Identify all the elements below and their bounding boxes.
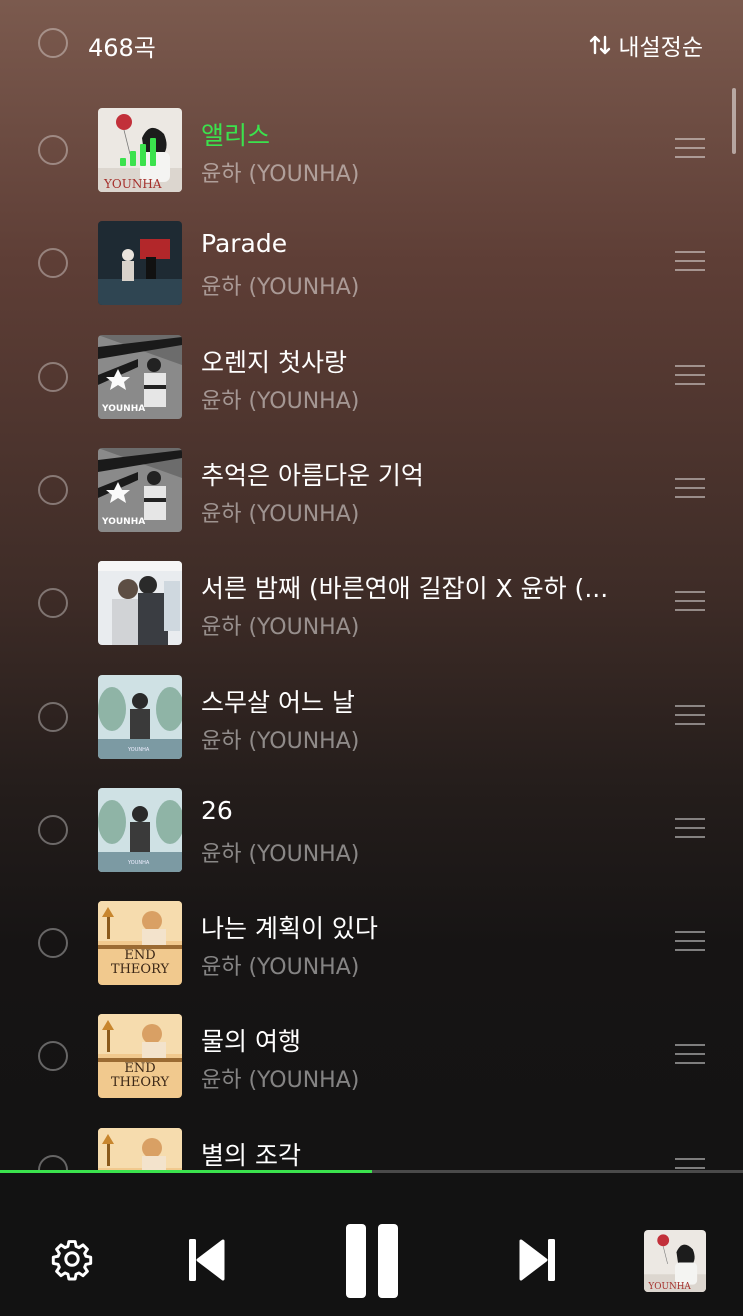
- cover-brand-text: YOUNHA: [101, 404, 145, 414]
- drag-handle-icon[interactable]: [675, 931, 705, 953]
- track-select-checkbox[interactable]: [38, 135, 68, 165]
- track-select-checkbox[interactable]: [38, 702, 68, 732]
- track-count: 468곡: [88, 34, 156, 62]
- track-select-checkbox[interactable]: [38, 815, 68, 845]
- track-title: 앨리스: [201, 121, 271, 150]
- track-row[interactable]: 서른 밤째 (바른연애 길잡이 X 윤하 (... 윤하 (YOUNHA): [0, 547, 743, 660]
- drag-handle-icon[interactable]: [675, 365, 705, 387]
- track-select-checkbox[interactable]: [38, 928, 68, 958]
- album-cover: YOUNHA: [98, 448, 182, 532]
- equalizer-bar: [120, 158, 126, 166]
- next-button[interactable]: [514, 1235, 564, 1285]
- track-row[interactable]: YOUNHA 스무살 어느 날윤하 (YOUNHA): [0, 661, 743, 774]
- equalizer-bar: [140, 144, 146, 166]
- sort-icon: [588, 33, 612, 57]
- album-cover: YOUNHA: [98, 675, 182, 759]
- track-select-checkbox[interactable]: [38, 1041, 68, 1071]
- track-title: 별의 조각: [201, 1141, 301, 1170]
- cover-brand-text: YOUNHA: [647, 1282, 691, 1292]
- track-title: 26: [201, 796, 233, 825]
- track-row[interactable]: YOUNHA 앨리스윤하 (YOUNHA): [0, 94, 743, 207]
- track-select-checkbox[interactable]: [38, 248, 68, 278]
- album-cover: YOUNHA: [98, 108, 182, 192]
- track-artist: 윤하 (YOUNHA): [201, 389, 360, 414]
- track-title: Parade: [201, 229, 288, 258]
- cover-brand-text: YOUNHA: [127, 747, 150, 753]
- play-pause-button[interactable]: [340, 1221, 404, 1301]
- settings-button[interactable]: [48, 1235, 96, 1283]
- select-all-checkbox[interactable]: [38, 28, 68, 58]
- track-artist: 윤하 (YOUNHA): [201, 502, 360, 527]
- equalizer-bar: [130, 151, 136, 166]
- gear-icon: [51, 1240, 93, 1281]
- track-select-checkbox[interactable]: [38, 475, 68, 505]
- drag-handle-icon[interactable]: [675, 478, 705, 500]
- track-artist: 윤하 (YOUNHA): [201, 955, 360, 980]
- track-row[interactable]: Parade 윤하 (YOUNHA): [0, 207, 743, 320]
- sort-label: 내설정순: [618, 35, 703, 61]
- track-row[interactable]: YOUNHA 추억은 아름다운 기억윤하 (YOUNHA): [0, 434, 743, 547]
- track-artist: 윤하 (YOUNHA): [201, 729, 360, 754]
- skip-previous-icon: [189, 1239, 225, 1281]
- drag-handle-icon[interactable]: [675, 1044, 705, 1066]
- album-cover: END THEORY: [98, 1014, 182, 1098]
- cover-brand-text: YOUNHA: [103, 177, 162, 191]
- cover-brand-text: YOUNHA: [127, 860, 150, 866]
- sort-button[interactable]: 내설정순: [588, 28, 703, 62]
- cover-brand-text: END: [124, 1061, 155, 1076]
- drag-handle-icon[interactable]: [675, 591, 705, 613]
- drag-handle-icon[interactable]: [675, 251, 705, 273]
- equalizer-bar: [150, 138, 156, 166]
- album-cover: END THEORY: [98, 1128, 182, 1170]
- drag-handle-icon[interactable]: [675, 1158, 705, 1170]
- track-title: 물의 여행: [201, 1027, 301, 1056]
- album-cover: YOUNHA: [98, 335, 182, 419]
- player-controls: YOUNHA: [0, 1173, 743, 1316]
- track-row[interactable]: END THEORY 나는 계획이 있다윤하 (YOUNHA): [0, 887, 743, 1000]
- album-cover: END THEORY: [98, 901, 182, 985]
- cover-brand-text: THEORY: [111, 1075, 170, 1090]
- track-artist: 윤하 (YOUNHA): [201, 615, 360, 640]
- album-cover: [98, 561, 182, 645]
- cover-brand-text: THEORY: [111, 962, 170, 977]
- track-list: YOUNHA 앨리스 윤하 (YOUNHA) Parade 윤하 (YOUNHA) …: [0, 94, 743, 1170]
- track-title: 나는 계획이 있다: [201, 914, 378, 943]
- track-row[interactable]: YOUNHA 26 윤하 (YOUNHA): [0, 774, 743, 887]
- track-row[interactable]: END THEORY 물의 여행윤하 (YOUNHA): [0, 1000, 743, 1113]
- track-artist: 윤하 (YOUNHA): [201, 275, 360, 300]
- playlist-header: 468곡 내설정순: [0, 0, 743, 86]
- skip-next-icon: [519, 1239, 555, 1281]
- pause-icon: [346, 1224, 398, 1298]
- track-artist: 윤하 (YOUNHA): [201, 162, 360, 187]
- track-title: 스무살 어느 날: [201, 688, 355, 717]
- previous-button[interactable]: [180, 1235, 230, 1285]
- track-artist: 윤하 (YOUNHA): [201, 1068, 360, 1093]
- track-title: 오렌지 첫사랑: [201, 348, 347, 377]
- mini-album-thumbnail[interactable]: YOUNHA: [644, 1230, 706, 1292]
- cover-brand-text: YOUNHA: [101, 517, 145, 527]
- track-select-checkbox[interactable]: [38, 588, 68, 618]
- drag-handle-icon[interactable]: [675, 705, 705, 727]
- drag-handle-icon[interactable]: [675, 138, 705, 160]
- cover-brand-text: END: [124, 948, 155, 963]
- track-title: 서른 밤째 (바른연애 길잡이 X 윤하 (...: [201, 574, 609, 603]
- album-cover: YOUNHA: [98, 788, 182, 872]
- track-select-checkbox[interactable]: [38, 362, 68, 392]
- now-playing-equalizer-icon: [120, 136, 160, 166]
- track-row[interactable]: END THEORY 별의 조각윤하 (YOUNHA): [0, 1114, 743, 1170]
- track-select-checkbox[interactable]: [38, 1155, 68, 1170]
- track-row[interactable]: YOUNHA 오렌지 첫사랑윤하 (YOUNHA): [0, 321, 743, 434]
- track-title: 추억은 아름다운 기억: [201, 461, 424, 490]
- album-cover: [98, 221, 182, 305]
- track-artist: 윤하 (YOUNHA): [201, 842, 360, 867]
- drag-handle-icon[interactable]: [675, 818, 705, 840]
